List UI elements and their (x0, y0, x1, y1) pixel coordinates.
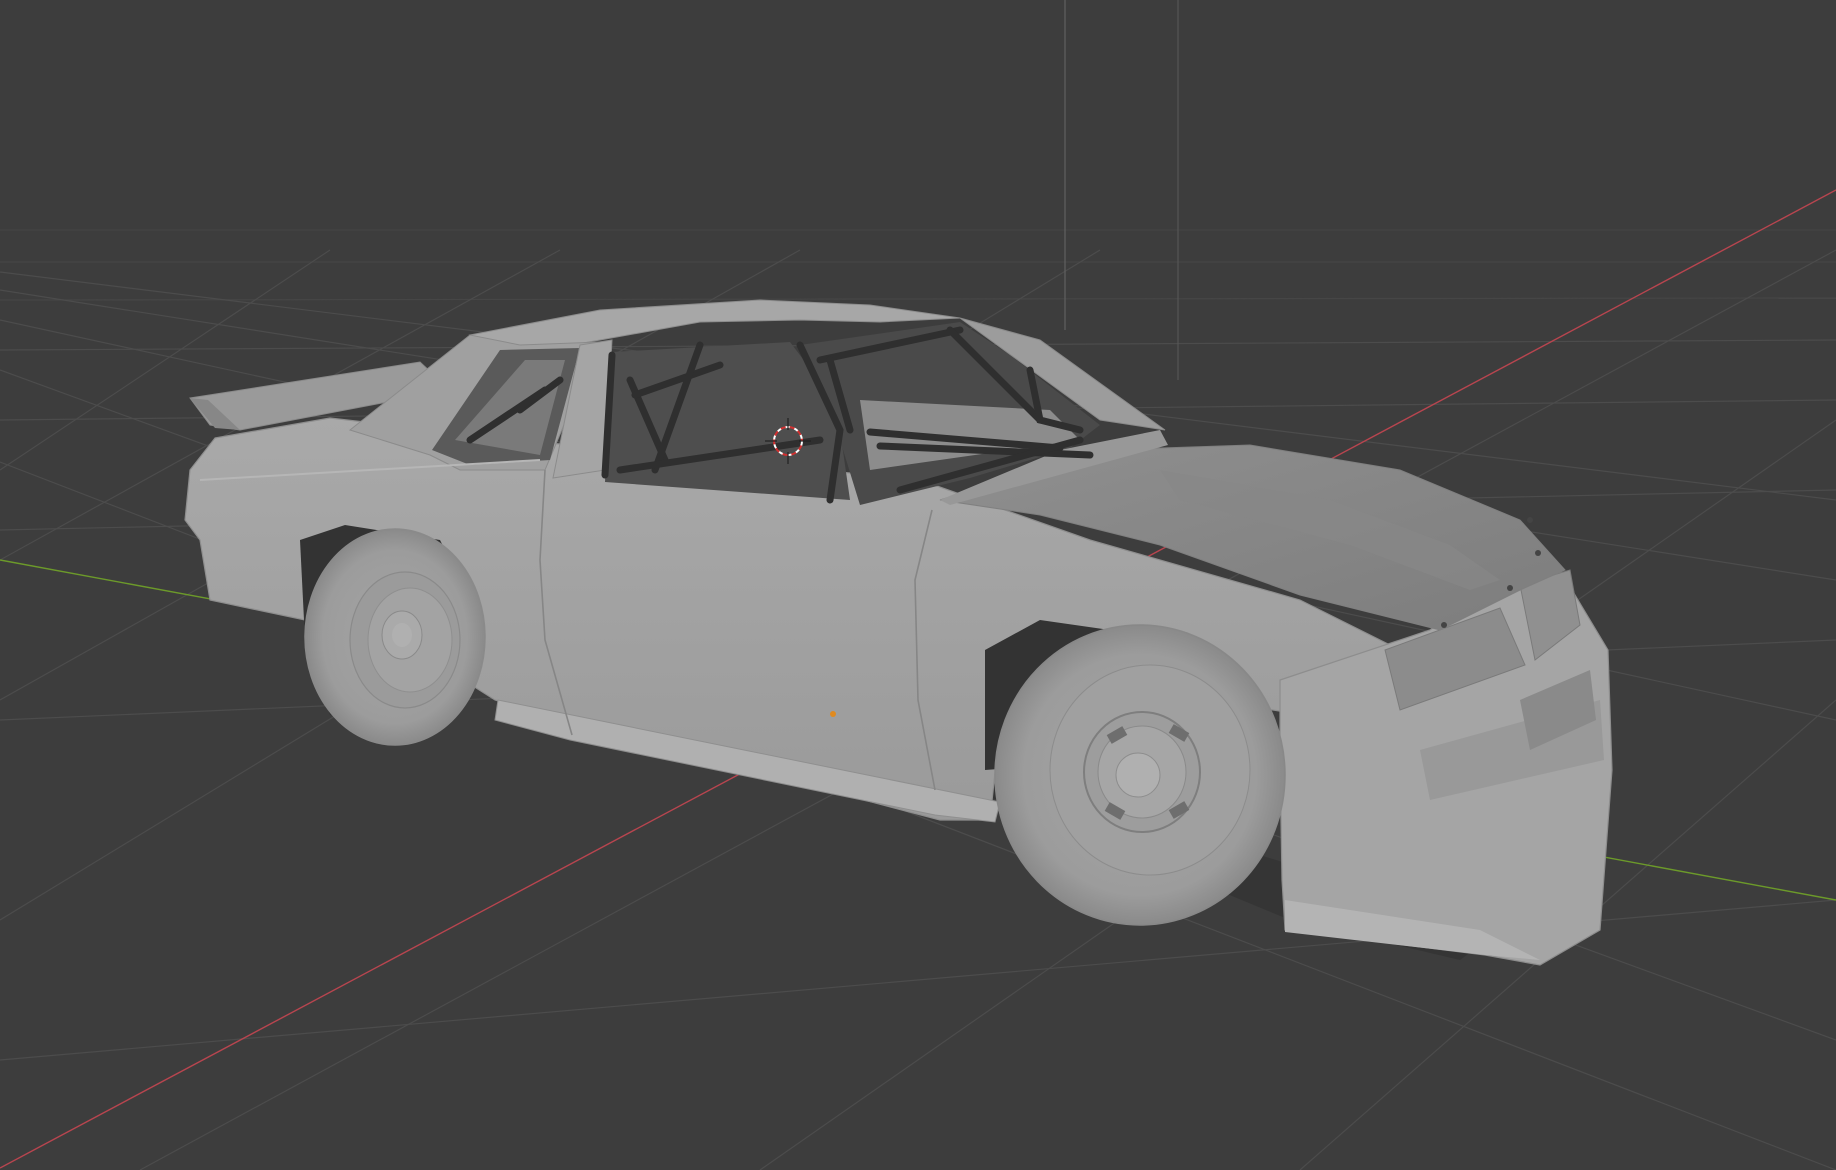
viewport-canvas[interactable] (0, 0, 1836, 1170)
object-origin-icon[interactable] (830, 711, 836, 717)
3d-viewport[interactable] (0, 0, 1836, 1170)
